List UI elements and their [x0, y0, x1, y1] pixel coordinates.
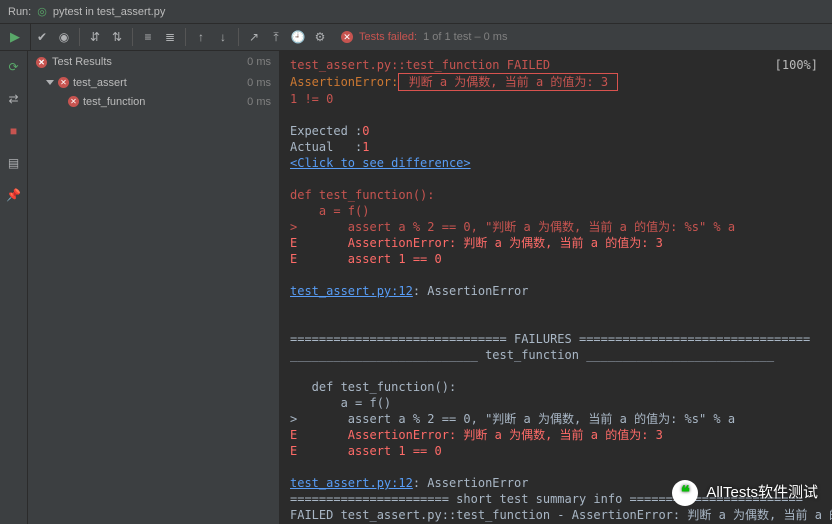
status-label: Tests failed:	[359, 31, 417, 43]
run-tab-title: pytest in test_assert.py	[53, 6, 166, 18]
side-toolbar: ⟳ ⇄ ■ ▤ 📌	[0, 51, 28, 524]
show-passed-toggle[interactable]: ✔	[31, 26, 53, 48]
show-ignored-toggle[interactable]: ◉	[53, 26, 75, 48]
toggle-auto-button[interactable]: ⇄	[2, 87, 26, 111]
fail-icon: ✕	[68, 96, 79, 107]
output-line: > assert a % 2 == 0, "判断 a 为偶数, 当前 a 的值为…	[290, 411, 822, 427]
import-button[interactable]: ⤒	[265, 26, 287, 48]
sort-alpha-button[interactable]: ⇵	[84, 26, 106, 48]
output-line: def test_function():	[290, 187, 822, 203]
chevron-down-icon	[46, 80, 54, 85]
output-line: Expected :0	[290, 123, 822, 139]
progress-percent: [100%]	[775, 57, 818, 73]
console-output[interactable]: [100%] test_assert.py::test_function FAI…	[280, 51, 832, 524]
output-line: > assert a % 2 == 0, "判断 a 为偶数, 当前 a 的值为…	[290, 219, 822, 235]
tree-item-label: test_function	[83, 96, 145, 108]
source-link[interactable]: test_assert.py:12	[290, 284, 413, 298]
watermark: ❝ AllTests软件测试	[672, 480, 818, 506]
next-failed-button[interactable]: ↓	[212, 26, 234, 48]
tab-pytest-icon: ◎	[37, 5, 47, 18]
titlebar: Run: ◎ pytest in test_assert.py	[0, 0, 832, 24]
output-line: E AssertionError: 判断 a 为偶数, 当前 a 的值为: 3	[290, 235, 822, 251]
source-link[interactable]: test_assert.py:12	[290, 476, 413, 490]
tree-item-time: 0 ms	[247, 96, 271, 108]
tree-header[interactable]: ✕ Test Results 0 ms	[28, 51, 279, 73]
collapse-all-button[interactable]: ≣	[159, 26, 181, 48]
export-button[interactable]: ↗	[243, 26, 265, 48]
expand-all-button[interactable]: ≡	[137, 26, 159, 48]
test-tree: ✕ Test Results 0 ms ✕ test_assert 0 ms ✕ …	[28, 51, 280, 524]
output-line: a = f()	[290, 203, 822, 219]
output-line: ============================== FAILURES …	[290, 331, 822, 347]
output-line: AssertionError: 判断 a 为偶数, 当前 a 的值为: 3	[290, 73, 822, 91]
output-line: Actual :1	[290, 139, 822, 155]
output-line: 1 != 0	[290, 91, 822, 107]
output-line: test_assert.py::test_function FAILED	[290, 57, 822, 73]
fail-icon: ✕	[58, 77, 69, 88]
output-line: E assert 1 == 0	[290, 251, 822, 267]
test-status: ✕ Tests failed: 1 of 1 test – 0 ms	[331, 31, 507, 43]
history-button[interactable]: 🕘	[287, 26, 309, 48]
tree-item-time: 0 ms	[247, 77, 271, 89]
stop-button[interactable]: ■	[2, 119, 26, 143]
output-line: def test_function():	[290, 379, 822, 395]
output-line: a = f()	[290, 395, 822, 411]
output-line: E AssertionError: 判断 a 为偶数, 当前 a 的值为: 3	[290, 427, 822, 443]
tree-header-time: 0 ms	[247, 56, 271, 68]
wechat-icon: ❝	[672, 480, 698, 506]
rerun-failed-button[interactable]: ⟳	[2, 55, 26, 79]
tree-item-test-function[interactable]: ✕ test_function 0 ms	[28, 92, 279, 111]
status-detail: 1 of 1 test – 0 ms	[423, 31, 507, 43]
diff-link[interactable]: <Click to see difference>	[290, 156, 471, 170]
run-label: Run:	[8, 6, 31, 18]
layout-button[interactable]: ▤	[2, 151, 26, 175]
result-fail-icon: ✕	[36, 57, 47, 68]
tree-item-test-assert[interactable]: ✕ test_assert 0 ms	[28, 73, 279, 92]
run-toolbar: ▶ ✔ ◉ ⇵ ⇅ ≡ ≣ ↑ ↓ ↗ ⤒ 🕘 ⚙ ✕ Tests failed…	[0, 24, 832, 51]
tree-header-label: Test Results	[52, 56, 112, 68]
highlight-box: 判断 a 为偶数, 当前 a 的值为: 3	[398, 73, 618, 91]
output-line: test_assert.py:12: AssertionError	[290, 283, 822, 299]
output-line: FAILED test_assert.py::test_function - A…	[290, 507, 822, 523]
prev-failed-button[interactable]: ↑	[190, 26, 212, 48]
output-line: __________________________ test_function…	[290, 347, 822, 363]
settings-gear-icon[interactable]: ⚙	[309, 26, 331, 48]
watermark-text: AllTests软件测试	[706, 485, 818, 501]
tree-item-label: test_assert	[73, 77, 127, 89]
main-area: ⟳ ⇄ ■ ▤ 📌 ✕ Test Results 0 ms ✕ test_asse…	[0, 51, 832, 524]
run-button[interactable]: ▶	[4, 26, 26, 48]
fail-icon: ✕	[341, 31, 353, 43]
sort-time-button[interactable]: ⇅	[106, 26, 128, 48]
pin-button[interactable]: 📌	[2, 183, 26, 207]
output-line: E assert 1 == 0	[290, 443, 822, 459]
